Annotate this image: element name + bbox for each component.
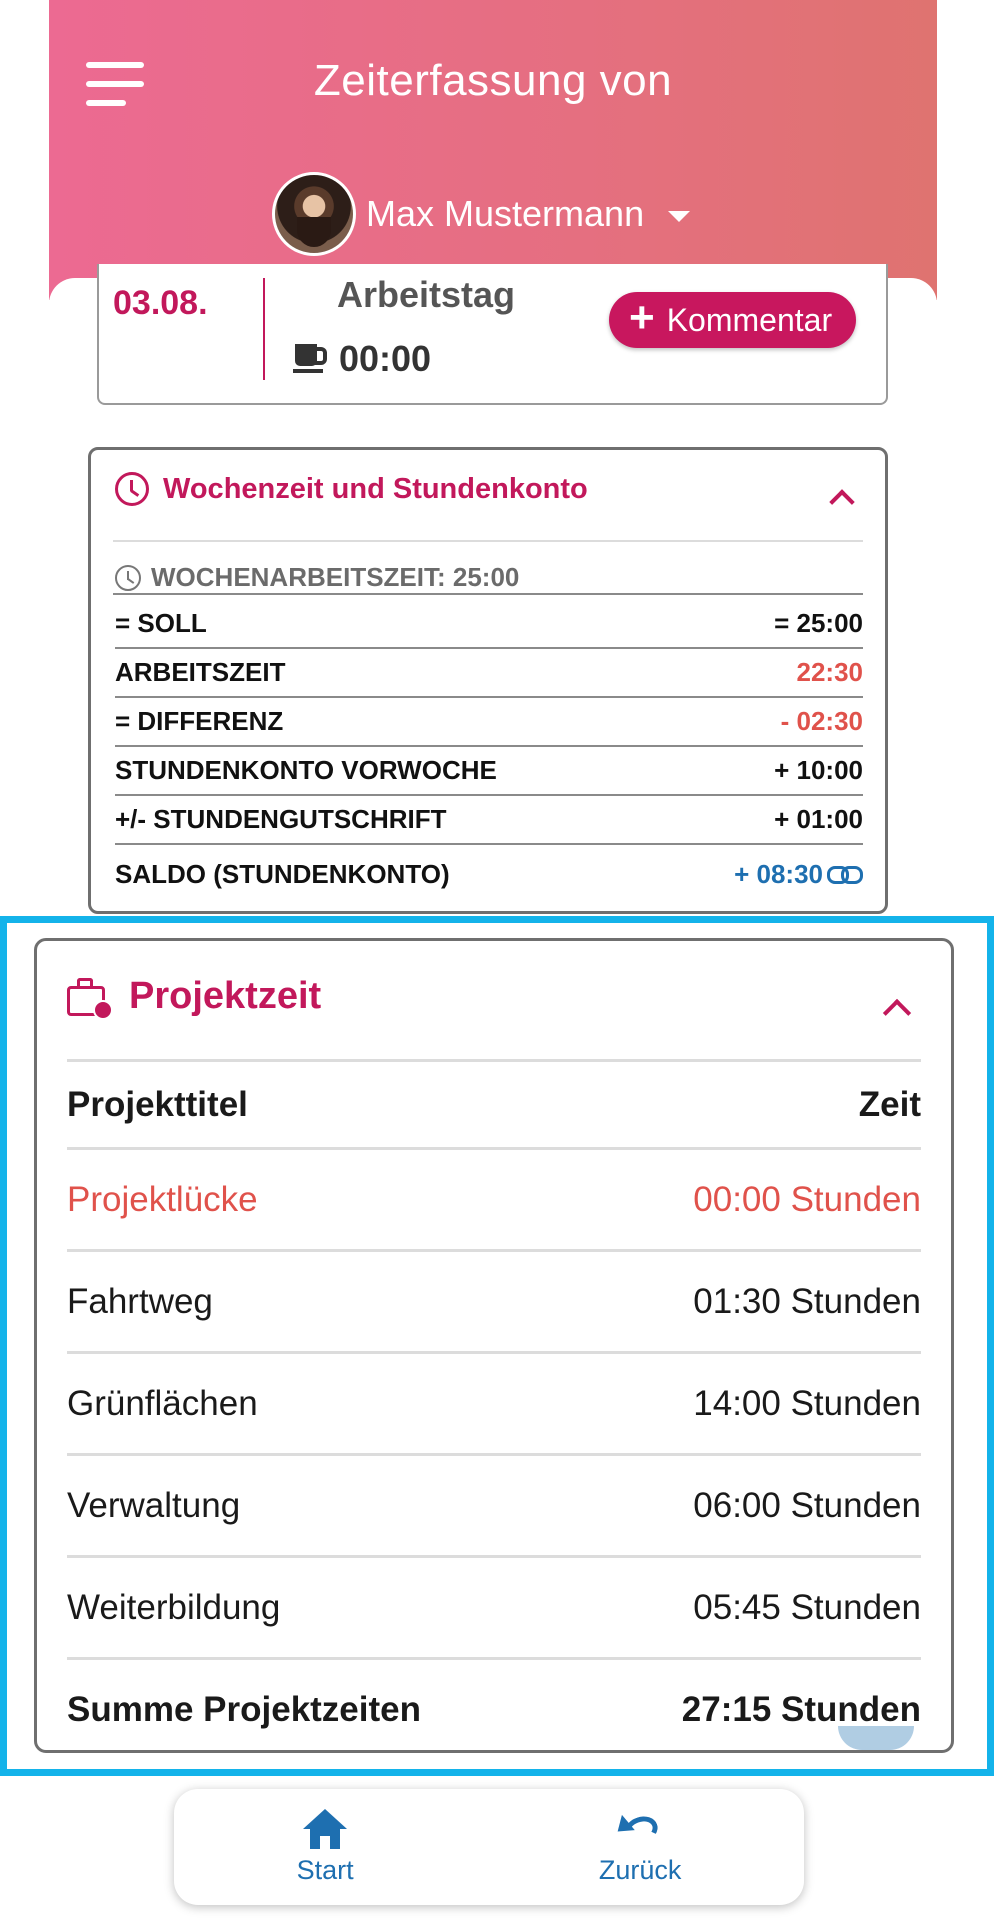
briefcase-clock-icon	[67, 976, 113, 1020]
row-label: = DIFFERENZ	[115, 706, 284, 736]
clock-icon	[115, 564, 141, 591]
user-name: Max Mustermann	[366, 193, 645, 234]
row-value: + 01:00	[774, 804, 863, 834]
week-summary-table: = SOLL = 25:00 ARBEITSZEIT 22:30 = DIFFE…	[115, 600, 863, 903]
week-card-header[interactable]: Wochenzeit und Stundenkonto	[115, 472, 588, 506]
nav-back-label: Zurück	[598, 1854, 682, 1885]
row-value: + 10:00	[774, 755, 863, 785]
break-time: 00:00	[293, 338, 432, 380]
weekly-hours: WOCHENARBEITSZEIT: 25:00	[115, 562, 519, 593]
project-table: Projekttitel Zeit Projektlücke 00:00 Stu…	[67, 1059, 921, 1759]
chevron-down-icon	[668, 210, 691, 222]
day-type: Arbeitstag	[337, 274, 516, 315]
week-card-title: Wochenzeit und Stundenkonto	[163, 472, 588, 505]
row-differenz: = DIFFERENZ - 02:30	[115, 698, 863, 747]
clock-icon	[115, 472, 149, 506]
row-label: ARBEITSZEIT	[115, 657, 286, 687]
row-arbeitszeit: ARBEITSZEIT 22:30	[115, 649, 863, 698]
project-name: Projektlücke	[67, 1179, 258, 1219]
row-value: + 08:30	[734, 858, 823, 889]
add-comment-label: Kommentar	[666, 301, 833, 338]
sum-value: 27:15 Stunden	[681, 1689, 921, 1729]
break-time-value: 00:00	[339, 338, 432, 379]
project-time: 06:00 Stunden	[693, 1485, 921, 1525]
sum-row: Summe Projektzeiten 27:15 Stunden	[67, 1657, 921, 1759]
row-saldo: SALDO (STUNDENKONTO) + 08:30	[115, 845, 863, 903]
day-divider	[263, 278, 265, 380]
row-label: STUNDENKONTO VORWOCHE	[115, 755, 497, 785]
app-header: Zeiterfassung von Max Mustermann	[49, 0, 937, 300]
nav-start-label: Start	[296, 1854, 354, 1885]
project-name: Fahrtweg	[67, 1281, 213, 1321]
row-stundenkonto-vorwoche: STUNDENKONTO VORWOCHE + 10:00	[115, 747, 863, 796]
day-date: 03.08.	[113, 284, 208, 322]
row-value: 22:30	[796, 657, 864, 687]
project-card-title: Projektzeit	[129, 975, 322, 1017]
divider	[113, 540, 863, 542]
avatar	[272, 172, 356, 256]
week-time-card: Wochenzeit und Stundenkonto WOCHENARBEIT…	[88, 447, 888, 914]
chevron-up-icon[interactable]	[829, 489, 855, 515]
project-name: Weiterbildung	[67, 1587, 281, 1627]
table-header: Projekttitel Zeit	[67, 1059, 921, 1147]
link-icon[interactable]	[827, 864, 863, 884]
floating-action-button[interactable]	[838, 1726, 914, 1750]
row-label: = SOLL	[115, 608, 207, 638]
add-comment-button[interactable]: + Kommentar	[609, 292, 857, 348]
plus-icon: +	[629, 293, 655, 342]
bottom-nav: Start Zurück	[174, 1789, 804, 1905]
row-stundengutschrift: +/- STUNDENGUTSCHRIFT + 01:00	[115, 796, 863, 845]
chevron-up-icon[interactable]	[882, 998, 912, 1028]
table-row: Fahrtweg 01:30 Stunden	[67, 1249, 921, 1351]
saldo-link[interactable]: + 08:30	[734, 859, 863, 890]
weekly-hours-label: WOCHENARBEITSZEIT: 25:00	[151, 562, 520, 592]
nav-back[interactable]: Zurück	[598, 1809, 682, 1886]
project-time: 14:00 Stunden	[693, 1383, 921, 1423]
project-time: 05:45 Stunden	[693, 1587, 921, 1627]
project-name: Grünflächen	[67, 1383, 258, 1423]
table-row: Grünflächen 14:00 Stunden	[67, 1351, 921, 1453]
table-row: Projektlücke 00:00 Stunden	[67, 1147, 921, 1249]
nav-start[interactable]: Start	[296, 1808, 354, 1886]
undo-icon	[611, 1809, 666, 1849]
row-value: = 25:00	[774, 608, 863, 638]
user-selector[interactable]: Max Mustermann	[272, 170, 691, 258]
row-value: - 02:30	[780, 706, 863, 736]
page-title: Zeiterfassung von	[313, 56, 673, 105]
table-row: Verwaltung 06:00 Stunden	[67, 1453, 921, 1555]
row-label: +/- STUNDENGUTSCHRIFT	[115, 804, 447, 834]
divider	[113, 593, 863, 595]
home-icon	[303, 1808, 348, 1849]
row-label: SALDO (STUNDENKONTO)	[115, 858, 450, 889]
project-name: Verwaltung	[67, 1485, 241, 1525]
coffee-icon	[293, 344, 327, 374]
row-soll: = SOLL = 25:00	[115, 600, 863, 649]
project-time: 01:30 Stunden	[693, 1281, 921, 1321]
column-header-title: Projekttitel	[67, 1084, 248, 1124]
project-time: 00:00 Stunden	[693, 1179, 921, 1219]
project-card-header[interactable]: Projektzeit	[67, 975, 322, 1020]
column-header-time: Zeit	[858, 1084, 921, 1124]
project-time-card: Projektzeit Projekttitel Zeit Projektlüc…	[34, 938, 954, 1753]
sum-label: Summe Projektzeiten	[67, 1689, 421, 1729]
day-card: 03.08. Arbeitstag 00:00 + Kommentar	[97, 264, 888, 405]
table-row: Weiterbildung 05:45 Stunden	[67, 1555, 921, 1657]
